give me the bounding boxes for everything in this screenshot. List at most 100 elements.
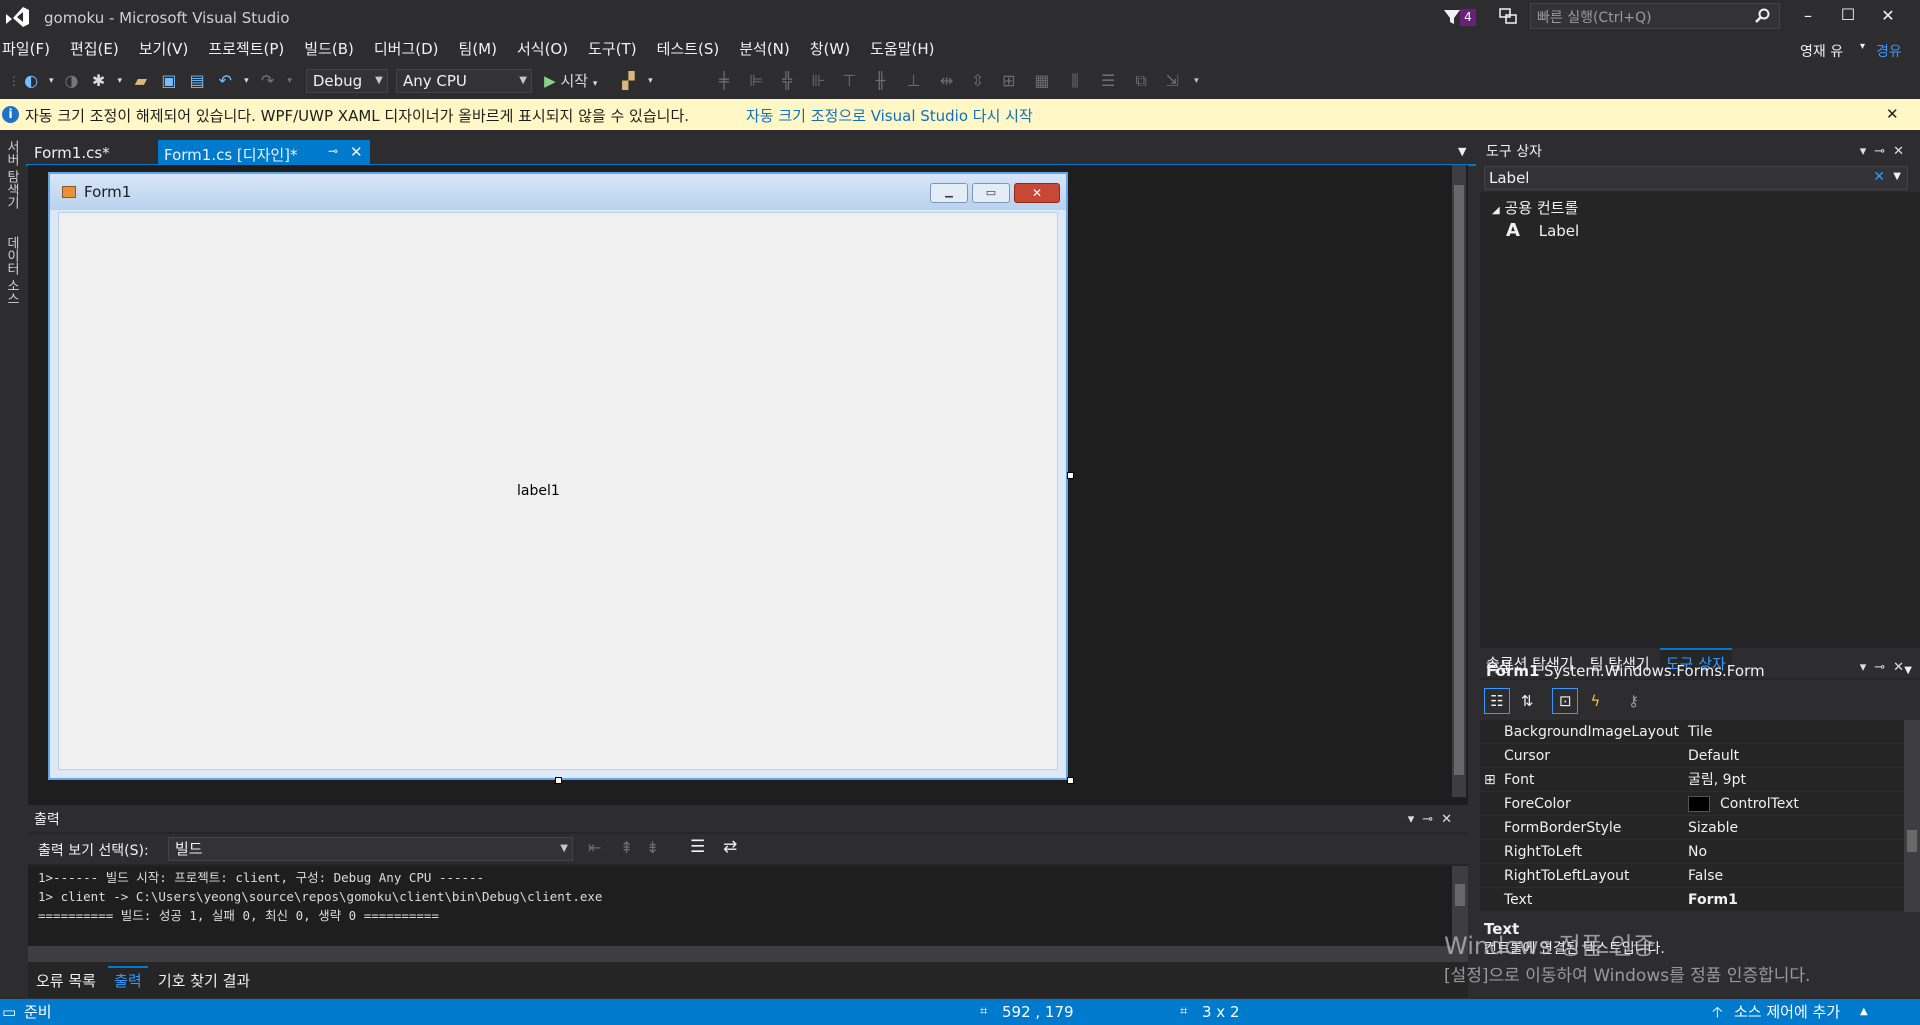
property-value[interactable]: Default [1688,744,1739,768]
property-value[interactable]: Tile [1688,720,1713,744]
menu-item[interactable]: 테스트(S) [647,34,730,64]
clear-all-icon[interactable]: ☰ [690,837,705,857]
scroll-thumb[interactable] [1455,884,1465,906]
output-text-area[interactable]: 1>------ 빌드 시작: 프로젝트: client, 구성: Debug … [28,866,1452,946]
quick-launch-box[interactable]: 빠른 실행(Ctrl+Q) [1530,3,1780,29]
info-close-icon[interactable]: ✕ [1886,105,1899,123]
align-bottoms-icon[interactable]: ⊥ [899,69,929,93]
pin-icon[interactable]: ⊸ [328,144,338,158]
make-same-size-icon[interactable]: ▦ [1027,69,1057,93]
make-same-height-icon[interactable]: ⇳ [965,69,991,93]
align-to-grid-icon[interactable]: ╪ [710,69,738,93]
panel-window-controls[interactable]: ▾⊸✕ [1408,808,1460,832]
user-avatar[interactable]: 경유 [1876,41,1902,61]
data-sources-tab[interactable]: 데이터 소스 [3,236,21,316]
form-minimize-icon[interactable]: ▁ [930,183,968,203]
menu-item[interactable]: 디버그(D) [364,34,449,64]
form1-window[interactable]: Form1 ▁ ▭ ✕ label1 [48,172,1068,780]
properties-icon[interactable]: ⊡ [1552,688,1579,714]
open-file-icon[interactable]: ▰ [129,69,153,93]
maximize-button[interactable]: ☐ [1836,5,1860,24]
forward-icon[interactable]: ◑ [60,69,82,93]
property-value[interactable]: False [1688,864,1723,888]
new-dropdown-icon[interactable]: ▾ [115,69,125,93]
clear-search-icon[interactable]: ✕ [1873,169,1885,185]
menu-item[interactable]: 파일(F) [0,34,60,64]
back-dropdown-icon[interactable]: ▾ [46,69,56,93]
property-value[interactable]: Sizable [1688,816,1738,840]
menu-item[interactable]: 창(W) [800,34,860,64]
attach-icon[interactable]: ▞ [616,69,640,93]
make-same-width-icon[interactable]: ⇹ [934,69,960,93]
align-centers-icon[interactable]: ╬ [774,69,800,93]
form-client-area[interactable]: label1 [58,212,1058,770]
back-icon[interactable]: ◐ [20,69,42,93]
notifications-icon[interactable]: 4 [1443,6,1477,28]
properties-object-select[interactable]: Form1 System.Windows.Forms.Form ▼ [1484,659,1916,685]
find-message-icon[interactable]: ⇤ [588,838,601,857]
property-value[interactable]: Form1 [1688,888,1738,912]
chevron-up-icon[interactable]: ▲ [1860,999,1868,1025]
property-row[interactable]: Text Form1 [1480,888,1904,912]
menu-item[interactable]: 빌드(B) [294,34,364,64]
toolbox-search-input[interactable]: Label ✕ ▼ [1484,166,1908,190]
toolbox-group-common-controls[interactable]: ◢ 공용 컨트롤 [1492,197,1578,218]
platform-select[interactable]: Any CPU ▼ [395,69,532,93]
save-all-icon[interactable]: ▤ [185,69,209,93]
resize-handle-corner[interactable] [1067,777,1074,784]
menu-item[interactable]: 서식(O) [507,34,578,64]
add-to-source-control-button[interactable]: 소스 제어에 추가 [1734,999,1840,1025]
property-pages-icon[interactable]: ⚷ [1621,689,1647,715]
form-maximize-icon[interactable]: ▭ [972,183,1010,203]
server-explorer-tab[interactable]: 서버 탐색기 [3,140,21,220]
undo-icon[interactable]: ↶ [213,69,237,93]
alphabetical-icon[interactable]: ⇅ [1514,689,1540,715]
previous-message-icon[interactable]: ⇞ [620,838,633,857]
restart-autoscaling-link[interactable]: 자동 크기 조정으로 Visual Studio 다시 시작 [746,105,1033,126]
menu-item[interactable]: 보기(V) [129,34,199,64]
panel-window-controls[interactable]: ▾⊸✕ [1860,140,1912,164]
property-value[interactable]: No [1688,840,1707,864]
align-tops-icon[interactable]: ⊤ [836,69,862,93]
designer-vertical-scrollbar[interactable] [1452,165,1466,797]
close-button[interactable]: ✕ [1876,6,1900,25]
property-row[interactable]: ⊞ Font 굴림, 9pt [1480,768,1904,792]
menu-item[interactable]: 편집(E) [60,34,129,64]
tab-output[interactable]: 출력 [108,966,148,993]
property-row[interactable]: RightToLeftLayout False [1480,864,1904,888]
property-row[interactable]: ForeColor ControlText [1480,792,1904,816]
horizontal-spacing-icon[interactable]: ⫼ [1062,69,1088,93]
tab-list-dropdown-icon[interactable]: ▼ [1458,145,1466,158]
menu-item[interactable]: 도움말(H) [860,34,944,64]
align-middles-icon[interactable]: ╫ [867,69,893,93]
toolbar-overflow-icon[interactable]: ▾ [644,69,656,93]
output-horizontal-scrollbar[interactable] [28,946,1468,962]
scroll-thumb[interactable] [1454,185,1464,775]
chevron-down-icon[interactable]: ▾ [1860,41,1865,52]
tab-find-symbol-results[interactable]: 기호 찾기 결과 [152,966,256,995]
resize-handle-bottom[interactable] [555,777,562,784]
undo-dropdown-icon[interactable]: ▾ [241,69,251,93]
bring-to-front-icon[interactable]: ⧉ [1128,69,1154,93]
tab-form1-designer[interactable]: Form1.cs [디자인]* ⊸ ✕ [158,140,370,165]
menu-item[interactable]: 팀(M) [449,34,507,64]
tab-error-list[interactable]: 오류 목록 [28,966,104,995]
size-to-grid-icon[interactable]: ⊞ [996,69,1022,93]
word-wrap-icon[interactable]: ⇄ [723,837,737,857]
chevron-down-icon[interactable]: ▼ [1893,171,1901,182]
property-value[interactable]: 굴림, 9pt [1688,768,1746,792]
layout-overflow-icon[interactable]: ▾ [1190,69,1202,93]
tab-order-icon[interactable]: ⇲ [1159,69,1185,93]
user-name[interactable]: 영재 유 [1800,41,1843,61]
property-row[interactable]: Cursor Default [1480,744,1904,768]
save-icon[interactable]: ▣ [157,69,181,93]
form-title-bar[interactable]: Form1 ▁ ▭ ✕ [50,174,1066,210]
property-row[interactable]: FormBorderStyle Sizable [1480,816,1904,840]
property-row[interactable]: RightToLeft No [1480,840,1904,864]
property-row[interactable]: BackgroundImageLayout Tile [1480,720,1904,744]
align-rights-icon[interactable]: ⊪ [805,69,831,93]
align-lefts-icon[interactable]: ⊫ [743,69,769,93]
start-button[interactable]: ▶ 시작 ▾ [544,69,612,93]
menu-item[interactable]: 분석(N) [729,34,800,64]
categorized-icon[interactable]: ☷ [1484,688,1510,714]
